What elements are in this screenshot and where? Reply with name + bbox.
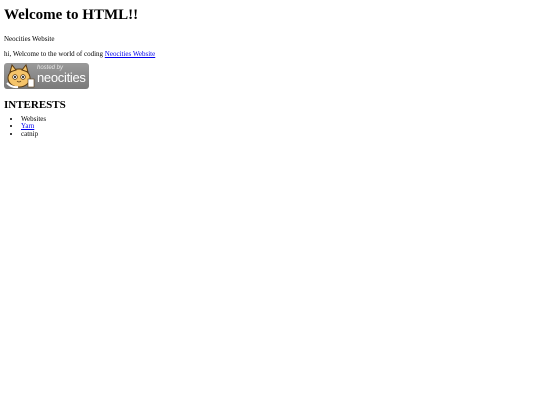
interests-list: Websites Yarn catnip <box>4 115 536 139</box>
list-item: catnip <box>21 130 536 139</box>
page-content: Welcome to HTML!! Neocities Website hi, … <box>0 7 540 139</box>
hosted-by-neocities-badge[interactable]: hosted by neocities <box>4 62 89 89</box>
site-name-text: Neocities Website <box>4 34 55 43</box>
interests-heading: INTERESTS <box>4 98 66 111</box>
neocities-website-link[interactable]: Neocities Website <box>105 50 155 58</box>
intro-text: hi, Welcome to the world of coding <box>4 49 104 58</box>
badge-brand-text: neocities <box>37 69 86 85</box>
interest-catnip: catnip <box>21 130 39 139</box>
list-item: Yarn <box>21 123 536 131</box>
list-item: Websites <box>21 115 536 124</box>
intro-paragraph: hi, Welcome to the world of coding Neoci… <box>4 50 536 58</box>
neocities-cat-icon <box>6 63 35 88</box>
page-title: Welcome to HTML!! <box>4 7 139 23</box>
